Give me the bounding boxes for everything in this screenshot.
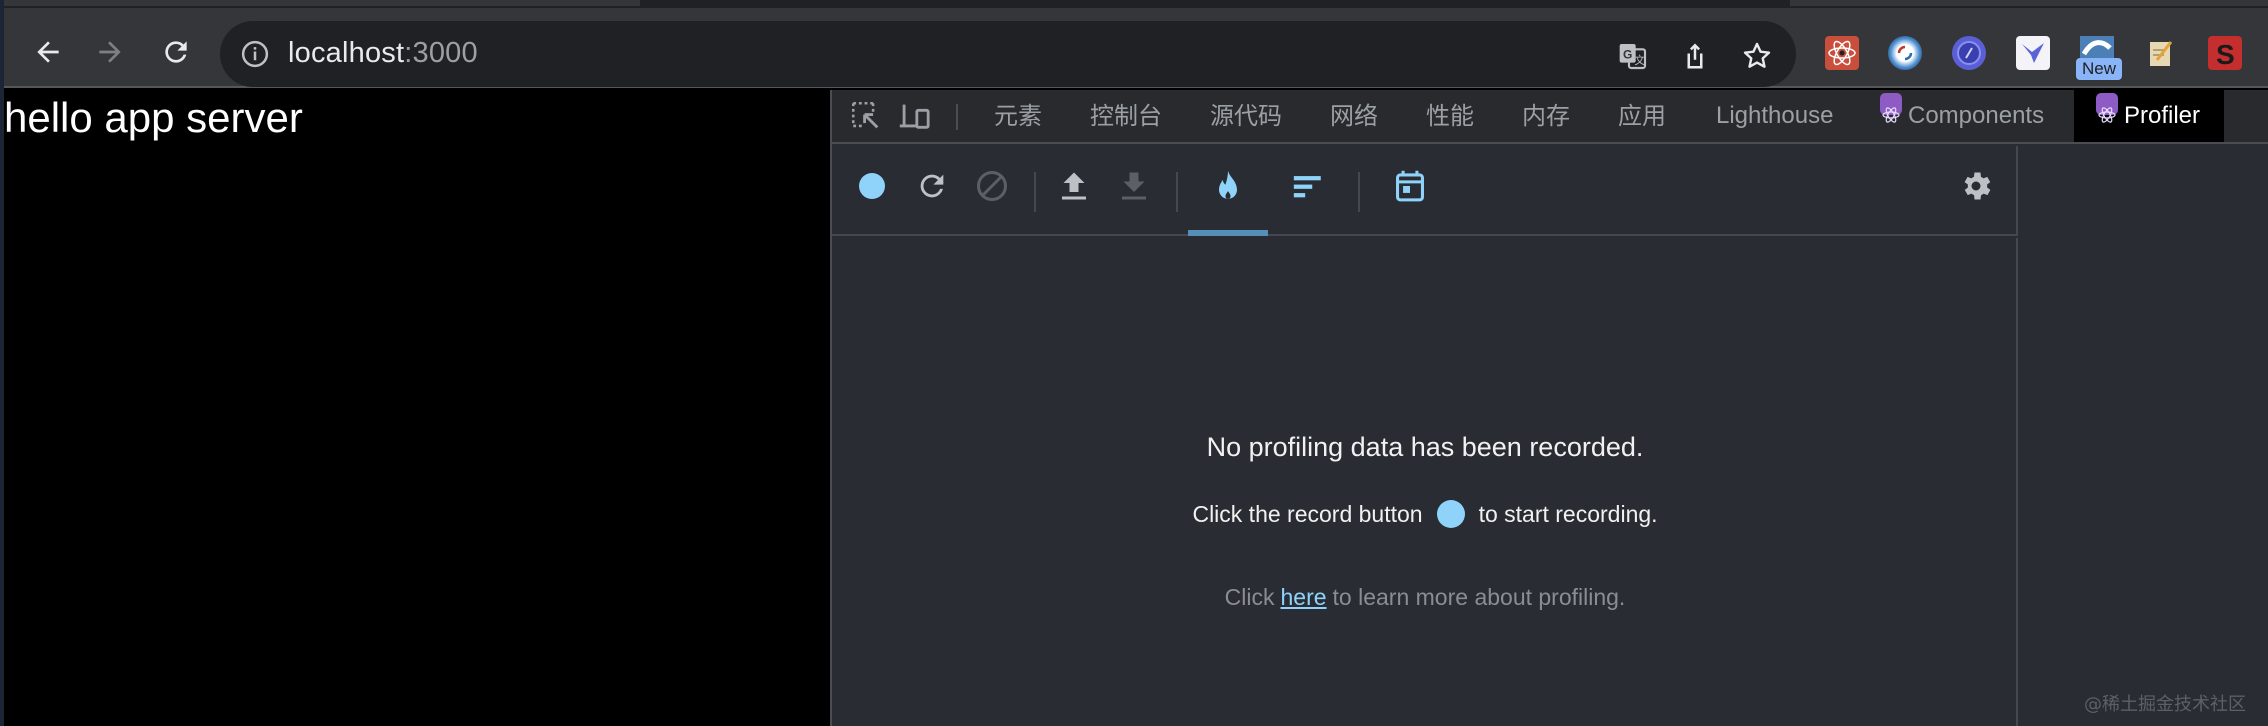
profiler-empty-state (832, 238, 2018, 726)
svg-text:文: 文 (1634, 54, 1645, 67)
react-logo-icon (1880, 93, 1902, 123)
url-text[interactable]: localhost:3000 (288, 37, 478, 70)
translate-icon: G文 (1619, 44, 1647, 70)
tab-components[interactable]: Components (1880, 90, 2044, 142)
url-port: :3000 (404, 37, 478, 69)
react-devtools-extension[interactable] (1825, 36, 1859, 70)
atom-icon (1828, 40, 1856, 66)
wave-extension[interactable] (2080, 36, 2114, 58)
page-heading: hello app server (4, 94, 303, 141)
tab-performance[interactable]: 性能 (1426, 90, 1474, 142)
download-icon (1122, 172, 1146, 200)
bird-icon (2022, 43, 2044, 63)
info-icon[interactable] (240, 39, 270, 69)
profiler-settings-button[interactable] (1954, 164, 1998, 208)
back-button[interactable] (26, 30, 70, 74)
translate-button[interactable]: G文 (1616, 39, 1650, 73)
learn-more-link[interactable]: here (1281, 584, 1327, 610)
watermark: @稀土掘金技术社区 (2084, 694, 2246, 715)
toolbar-separator (1034, 172, 1036, 212)
reload-button[interactable] (154, 30, 198, 74)
upload-icon (1062, 172, 1086, 200)
active-tab-indicator (1188, 230, 1268, 236)
tab-lighthouse[interactable]: Lighthouse (1716, 90, 1833, 142)
window-edge (0, 0, 4, 726)
tab-components-label: Components (1908, 102, 2045, 129)
bookmark-button[interactable] (1740, 39, 1774, 73)
inspect-element-icon (851, 101, 879, 129)
timeline-tab[interactable] (1388, 164, 1432, 208)
tab-strip (0, 0, 2268, 8)
tab-network[interactable]: 网络 (1330, 90, 1378, 142)
learn-more-prefix: Click (1224, 584, 1275, 610)
device-toggle-icon (899, 104, 930, 129)
devtools-panel: 元素 控制台 源代码 网络 性能 内存 应用 Lighthouse Compon… (830, 90, 2268, 726)
tab-strip-segment (1790, 0, 2268, 6)
load-profile-button[interactable] (1052, 164, 1096, 208)
toolbar-separator (1176, 172, 1178, 212)
profiler-side-panel (2020, 146, 2268, 726)
reload-and-profile-button[interactable] (910, 164, 954, 208)
bookmark-star-icon (1743, 42, 1771, 68)
s-extension[interactable]: S (2208, 36, 2242, 70)
share-icon (1687, 43, 1703, 69)
address-bar[interactable]: localhost:3000 G文 (220, 21, 1796, 87)
share-button[interactable] (1678, 39, 1712, 73)
flame-icon (1219, 170, 1237, 199)
arrow-right-icon (99, 41, 121, 63)
tab-console[interactable]: 控制台 (1090, 90, 1162, 142)
tab-elements[interactable]: 元素 (994, 90, 1042, 142)
record-button[interactable] (850, 164, 894, 208)
reload-icon (165, 41, 187, 63)
url-host: localhost (288, 37, 405, 69)
wave-icon (2080, 36, 2114, 58)
record-instructions-prefix: Click the record button (1192, 501, 1423, 527)
learn-more-suffix: to learn more about profiling. (1332, 584, 1626, 610)
forward-button[interactable] (88, 30, 132, 74)
device-toolbar-button[interactable] (892, 94, 936, 138)
flamegraph-chart-tab[interactable] (1206, 164, 1250, 208)
ranked-chart-tab[interactable] (1286, 164, 1330, 208)
notes-extension[interactable] (2144, 36, 2178, 70)
bird-extension[interactable] (2016, 36, 2050, 70)
tab-memory[interactable]: 内存 (1522, 90, 1570, 142)
tab-application[interactable]: 应用 (1618, 90, 1666, 142)
svg-text:G: G (1623, 48, 1632, 62)
clear-profiling-button[interactable] (970, 164, 1014, 208)
sync-icon (1897, 45, 1913, 61)
web-page-viewport: hello app server (4, 90, 830, 726)
devtools-tab-bar: 元素 控制台 源代码 网络 性能 内存 应用 Lighthouse Compon… (832, 90, 2268, 144)
tab-sources[interactable]: 源代码 (1210, 90, 1282, 142)
tab-profiler[interactable]: Profiler (2074, 90, 2225, 142)
tab-separator (956, 104, 958, 130)
ranked-chart-icon (1293, 176, 1321, 198)
empty-state-title: No profiling data has been recorded. (1206, 432, 1644, 462)
profiler-toolbar (832, 146, 2018, 236)
notepad-icon (2150, 41, 2173, 66)
svg-text:S: S (2216, 39, 2235, 70)
toolbar-separator (1358, 172, 1360, 212)
clear-icon (977, 171, 1007, 201)
react-logo-icon (2096, 93, 2118, 123)
tab-profiler-label: Profiler (2124, 102, 2201, 129)
record-icon (859, 173, 885, 199)
learn-more-text: Click here to learn more about profiling. (832, 584, 2018, 611)
s-logo-icon: S (2216, 39, 2235, 70)
save-profile-button[interactable] (1112, 164, 1156, 208)
compass-icon (1957, 41, 1981, 65)
record-instructions-suffix: to start recording. (1478, 501, 1658, 527)
inspect-element-button[interactable] (844, 94, 888, 138)
reload-icon (920, 174, 944, 198)
gear-icon (1964, 172, 1991, 200)
tab-strip-segment (0, 0, 640, 6)
compass-extension[interactable] (1952, 36, 1986, 70)
calendar-icon (1396, 170, 1424, 202)
arrow-left-icon (37, 41, 59, 63)
record-instructions: Click the record button to start recordin… (832, 500, 2018, 528)
browser-toolbar: localhost:3000 G文 New S (0, 8, 2268, 88)
new-badge: New (2076, 58, 2122, 80)
record-inline-icon (1436, 500, 1465, 528)
sync-extension[interactable] (1888, 36, 1922, 70)
